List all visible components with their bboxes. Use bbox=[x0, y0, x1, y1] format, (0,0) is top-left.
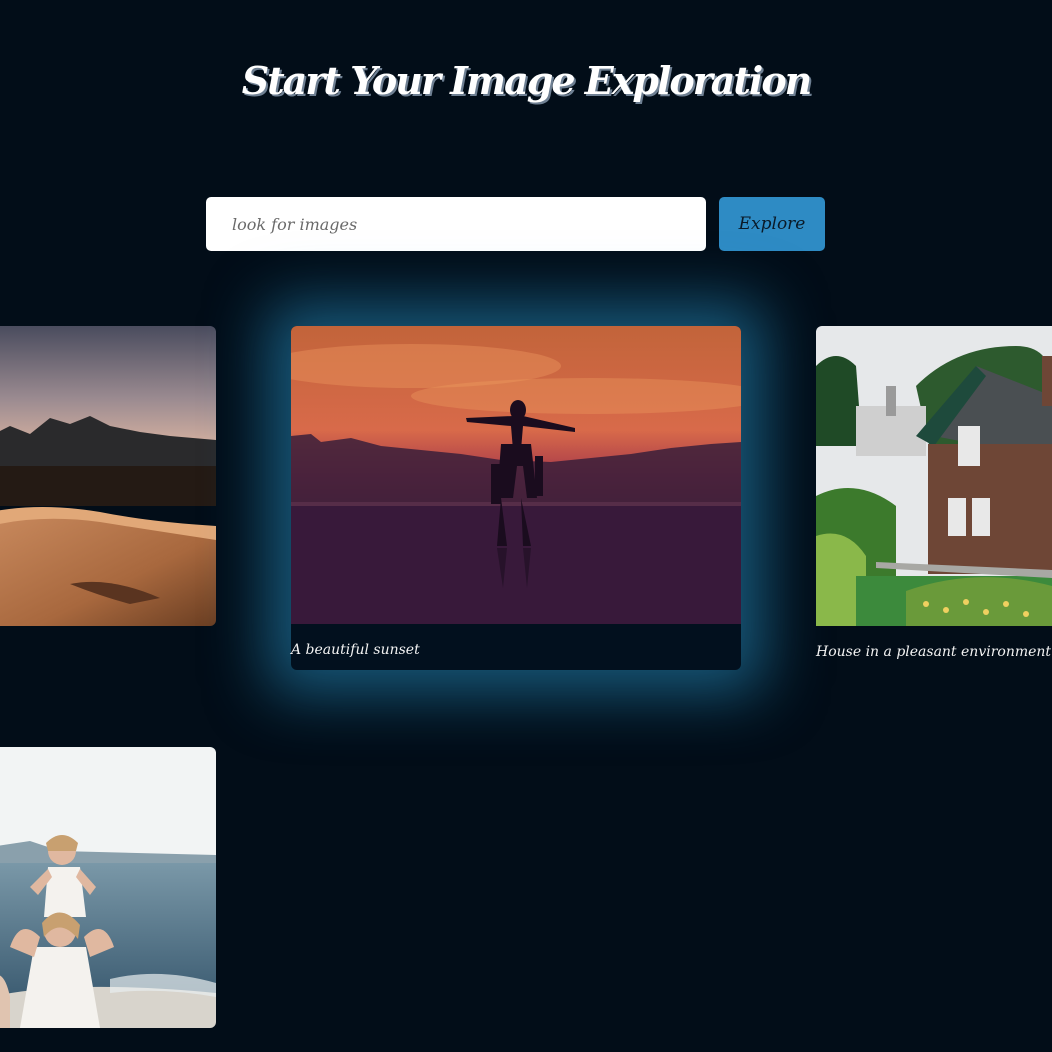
search-input[interactable] bbox=[206, 197, 706, 251]
desert-image bbox=[0, 326, 216, 626]
image-card-beach[interactable] bbox=[0, 747, 216, 1028]
sunset-image bbox=[291, 326, 741, 624]
image-card-house[interactable]: House in a pleasant environment bbox=[816, 326, 1052, 660]
house-image bbox=[816, 326, 1052, 626]
sunset-caption: A beautiful sunset bbox=[291, 642, 420, 658]
image-card-desert[interactable] bbox=[0, 326, 216, 626]
image-card-sunset[interactable]: A beautiful sunset bbox=[291, 326, 741, 670]
house-caption: House in a pleasant environment bbox=[816, 644, 1052, 660]
beach-image bbox=[0, 747, 216, 1028]
explore-button[interactable]: Explore bbox=[719, 197, 825, 251]
page-title: Start Your Image Exploration bbox=[241, 58, 813, 103]
